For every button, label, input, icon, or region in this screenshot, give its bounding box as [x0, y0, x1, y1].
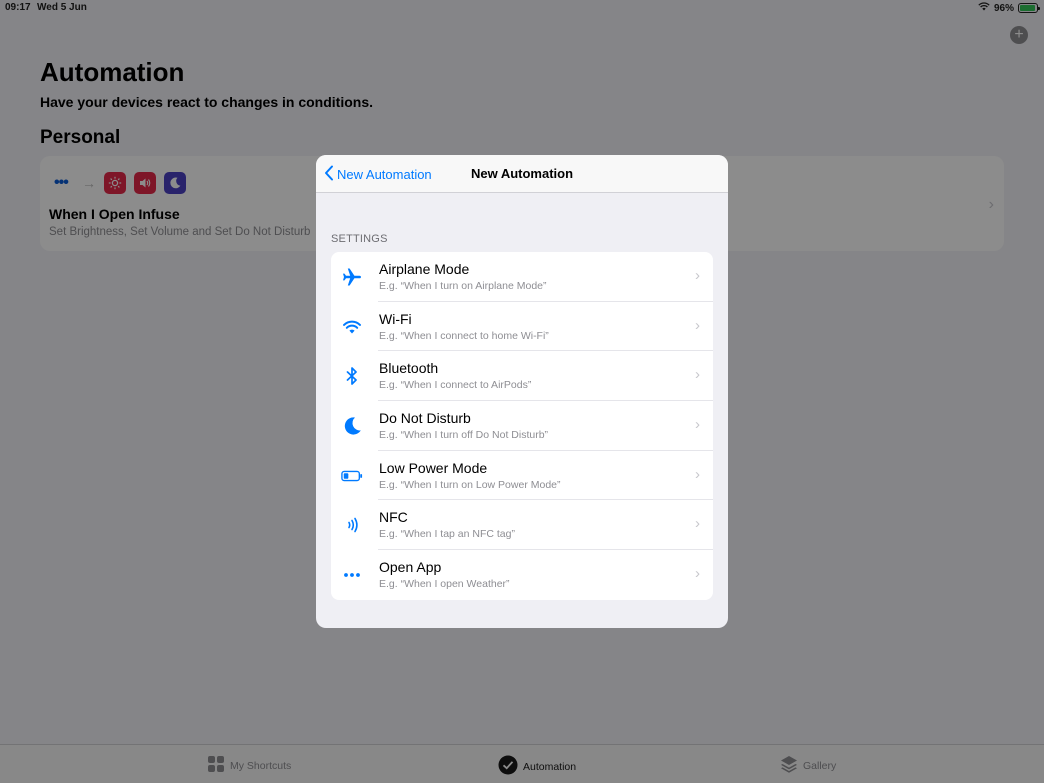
row-subtitle: E.g. “When I tap an NFC tag” [379, 528, 515, 541]
row-subtitle: E.g. “When I open Weather” [379, 578, 510, 591]
row-nfc[interactable]: NFC E.g. “When I tap an NFC tag” › [331, 500, 713, 551]
row-bluetooth[interactable]: Bluetooth E.g. “When I connect to AirPod… [331, 351, 713, 402]
row-subtitle: E.g. “When I turn off Do Not Disturb” [379, 429, 549, 442]
modal-title: New Automation [470, 166, 574, 181]
row-subtitle: E.g. “When I connect to AirPods” [379, 379, 532, 392]
row-title: Do Not Disturb [379, 410, 471, 427]
bluetooth-icon [341, 365, 363, 387]
chevron-right-icon: › [695, 465, 700, 483]
row-title: Airplane Mode [379, 261, 470, 277]
row-title: Bluetooth [379, 360, 439, 377]
row-do-not-disturb[interactable]: Do Not Disturb E.g. “When I turn off Do … [331, 401, 713, 451]
new-automation-modal: New Automation New Automation SETTINGS A… [316, 155, 728, 628]
nfc-icon [341, 514, 363, 536]
chevron-right-icon: › [695, 515, 700, 533]
wifi-icon [341, 316, 363, 338]
chevron-right-icon: › [695, 316, 700, 334]
modal-nav-bar: New Automation New Automation [316, 155, 728, 193]
row-subtitle: E.g. “When I turn on Low Power Mode” [379, 478, 561, 491]
battery-icon [341, 465, 363, 487]
row-wifi[interactable]: Wi-Fi E.g. “When I connect to home Wi-Fi… [331, 302, 713, 352]
row-subtitle: E.g. “When I connect to home Wi-Fi” [379, 329, 549, 342]
row-title: Low Power Mode [379, 459, 488, 476]
row-low-power-mode[interactable]: Low Power Mode E.g. “When I turn on Low … [331, 451, 713, 501]
airplane-icon [341, 266, 363, 288]
moon-icon [341, 415, 363, 437]
row-title: NFC [379, 509, 408, 526]
settings-section-header: SETTINGS [331, 233, 388, 245]
row-airplane-mode[interactable]: Airplane Mode E.g. “When I turn on Airpl… [331, 252, 713, 302]
more-icon [341, 564, 363, 586]
chevron-right-icon: › [695, 416, 700, 434]
row-title: Open App [379, 559, 442, 576]
row-title: Wi-Fi [379, 310, 412, 327]
row-open-app[interactable]: Open App E.g. “When I open Weather” › [331, 550, 713, 600]
chevron-right-icon: › [695, 267, 700, 284]
settings-list: Airplane Mode E.g. “When I turn on Airpl… [331, 252, 713, 600]
row-subtitle: E.g. “When I turn on Airplane Mode” [379, 280, 547, 292]
chevron-right-icon: › [695, 565, 700, 583]
chevron-right-icon: › [695, 366, 700, 384]
